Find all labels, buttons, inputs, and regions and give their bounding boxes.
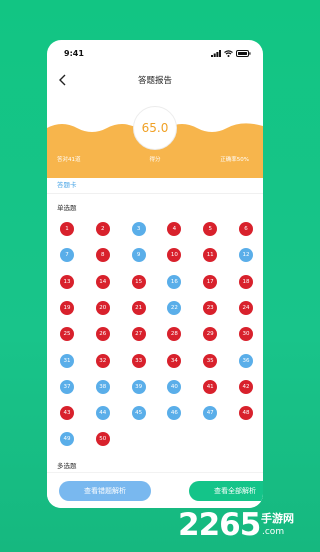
question-bubble-16[interactable]: 16 <box>167 274 182 289</box>
nav-bar: 答题报告 <box>47 68 263 92</box>
question-bubble-27[interactable]: 27 <box>131 327 146 342</box>
question-bubble-21[interactable]: 21 <box>131 300 146 315</box>
view-wrong-analysis-button[interactable]: 查看错题解析 <box>59 481 151 501</box>
question-bubble-20[interactable]: 20 <box>95 300 110 315</box>
question-bubble-15[interactable]: 15 <box>131 274 146 289</box>
watermark-domain: .com <box>262 527 285 537</box>
status-time: 9:41 <box>64 49 84 58</box>
multi-choice-title: 多选题 <box>57 462 77 470</box>
answer-card-tab[interactable]: 答题卡 <box>57 179 77 189</box>
question-bubble-24[interactable]: 24 <box>239 300 253 315</box>
question-bubble-34[interactable]: 34 <box>167 353 182 368</box>
question-bubble-11[interactable]: 11 <box>203 248 218 263</box>
question-bubble-43[interactable]: 43 <box>60 406 74 421</box>
question-bubble-18[interactable]: 18 <box>239 274 253 289</box>
view-all-analysis-button[interactable]: 查看全部解析 <box>189 481 263 501</box>
question-bubble-33[interactable]: 33 <box>131 353 146 368</box>
question-bubble-4[interactable]: 4 <box>167 222 182 236</box>
question-bubble-30[interactable]: 30 <box>239 327 253 342</box>
question-bubble-47[interactable]: 47 <box>203 406 218 421</box>
question-bubble-19[interactable]: 19 <box>60 300 74 315</box>
wifi-icon <box>224 50 233 57</box>
question-bubble-32[interactable]: 32 <box>95 353 110 368</box>
watermark-digits: 2265 <box>178 507 261 543</box>
divider <box>47 193 263 194</box>
question-bubble-25[interactable]: 25 <box>60 327 74 342</box>
question-bubble-45[interactable]: 45 <box>131 406 146 421</box>
question-bubble-44[interactable]: 44 <box>95 406 110 421</box>
question-bubble-1[interactable]: 1 <box>60 222 74 236</box>
question-bubble-8[interactable]: 8 <box>95 248 110 263</box>
signal-icon <box>211 50 221 57</box>
question-bubble-37[interactable]: 37 <box>60 379 74 394</box>
score-value: 65.0 <box>141 121 169 135</box>
question-bubble-3[interactable]: 3 <box>131 222 146 236</box>
question-bubble-6[interactable]: 6 <box>239 222 253 236</box>
question-bubble-26[interactable]: 26 <box>95 327 110 342</box>
question-bubble-48[interactable]: 48 <box>239 406 253 421</box>
question-bubble-38[interactable]: 38 <box>95 379 110 394</box>
question-bubble-22[interactable]: 22 <box>167 300 182 315</box>
question-bubble-28[interactable]: 28 <box>167 327 182 342</box>
battery-icon <box>236 50 251 57</box>
question-bubble-5[interactable]: 5 <box>203 222 218 236</box>
question-bubble-9[interactable]: 9 <box>131 248 146 263</box>
question-bubble-29[interactable]: 29 <box>203 327 218 342</box>
question-bubble-7[interactable]: 7 <box>60 248 74 263</box>
question-bubble-17[interactable]: 17 <box>203 274 218 289</box>
question-bubble-42[interactable]: 42 <box>239 379 253 394</box>
question-bubble-41[interactable]: 41 <box>203 379 218 394</box>
question-bubble-50[interactable]: 50 <box>95 432 110 447</box>
question-bubble-35[interactable]: 35 <box>203 353 218 368</box>
score-circle: 65.0 <box>133 106 177 150</box>
single-choice-title: 单选题 <box>57 204 77 212</box>
question-bubble-2[interactable]: 2 <box>95 222 110 236</box>
question-bubble-14[interactable]: 14 <box>95 274 110 289</box>
accuracy-rate: 正确率50% <box>220 157 249 163</box>
page-title: 答题报告 <box>137 76 172 86</box>
question-bubble-31[interactable]: 31 <box>60 353 74 368</box>
status-bar: 9:41 <box>47 40 263 66</box>
question-bubble-12[interactable]: 12 <box>239 248 253 263</box>
watermark-text: 手游网 <box>261 512 294 525</box>
question-bubble-46[interactable]: 46 <box>167 406 182 421</box>
question-bubble-36[interactable]: 36 <box>239 353 253 368</box>
question-bubble-23[interactable]: 23 <box>203 300 218 315</box>
status-icons <box>211 50 251 57</box>
question-bubble-40[interactable]: 40 <box>167 379 182 394</box>
question-bubble-39[interactable]: 39 <box>131 379 146 394</box>
question-bubble-49[interactable]: 49 <box>60 432 74 447</box>
phone-screen: 9:41 答题报告 65.0 答对41道 得分 正确率50% 答题卡 单选题 多… <box>47 40 263 508</box>
question-bubble-10[interactable]: 10 <box>167 248 182 263</box>
question-bubble-13[interactable]: 13 <box>60 274 74 289</box>
site-watermark-logo: 2265 手游网 .com <box>178 507 308 547</box>
